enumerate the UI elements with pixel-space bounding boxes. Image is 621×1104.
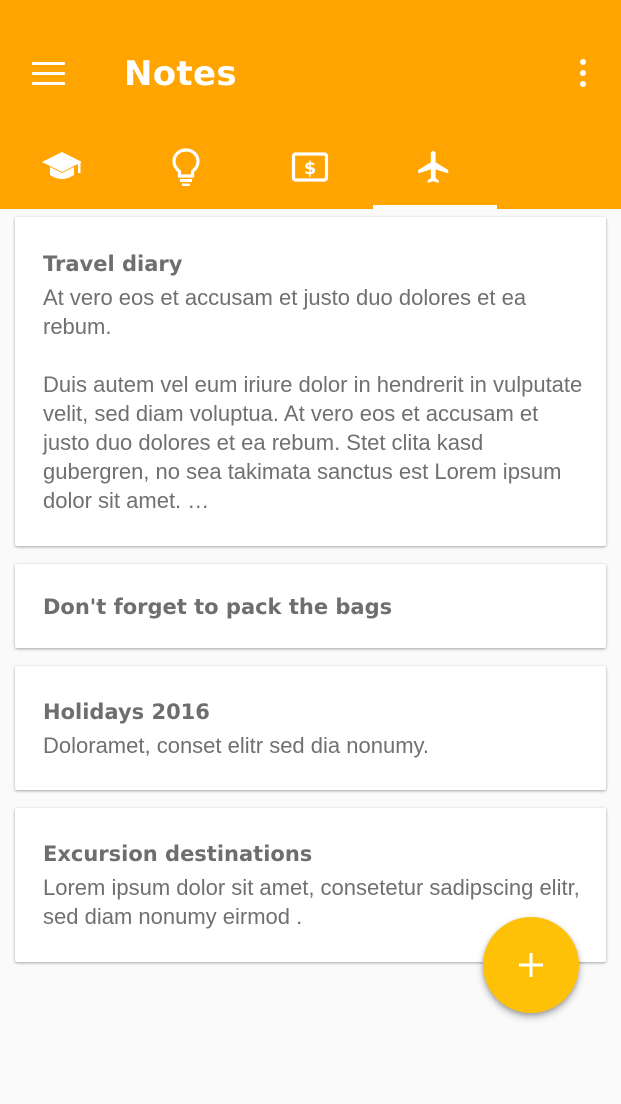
- note-card[interactable]: Holidays 2016 Doloramet, conset elitr se…: [15, 666, 606, 790]
- more-vert-icon[interactable]: [566, 55, 600, 91]
- add-icon: [519, 953, 543, 977]
- note-title: Holidays 2016: [43, 700, 210, 724]
- menu-icon[interactable]: [20, 52, 76, 94]
- category-tabs: $: [0, 124, 496, 209]
- app-bar: Notes $: [0, 0, 621, 209]
- note-body: Doloramet, conset elitr sed dia nonumy.: [43, 733, 429, 758]
- add-note-button[interactable]: [483, 917, 579, 1013]
- note-card[interactable]: Travel diary At vero eos et accusam et j…: [15, 217, 606, 546]
- lightbulb-icon: [172, 147, 200, 186]
- note-body: At vero eos et accusam et justo duo dolo…: [43, 285, 583, 513]
- note-title: Don't forget to pack the bags: [43, 595, 393, 619]
- flight-icon: [418, 150, 449, 183]
- app-title: Notes: [124, 54, 237, 94]
- tab-indicator: [373, 205, 497, 209]
- tab-school[interactable]: [0, 124, 124, 209]
- tab-travel[interactable]: [372, 124, 496, 209]
- money-icon: $: [291, 151, 329, 182]
- school-icon: [42, 151, 82, 179]
- tab-finance[interactable]: $: [248, 124, 372, 209]
- note-card[interactable]: Don't forget to pack the bags: [15, 564, 606, 648]
- tab-ideas[interactable]: [124, 124, 248, 209]
- svg-text:$: $: [304, 158, 317, 179]
- note-title: Excursion destinations: [43, 842, 313, 866]
- note-title: Travel diary: [43, 252, 183, 276]
